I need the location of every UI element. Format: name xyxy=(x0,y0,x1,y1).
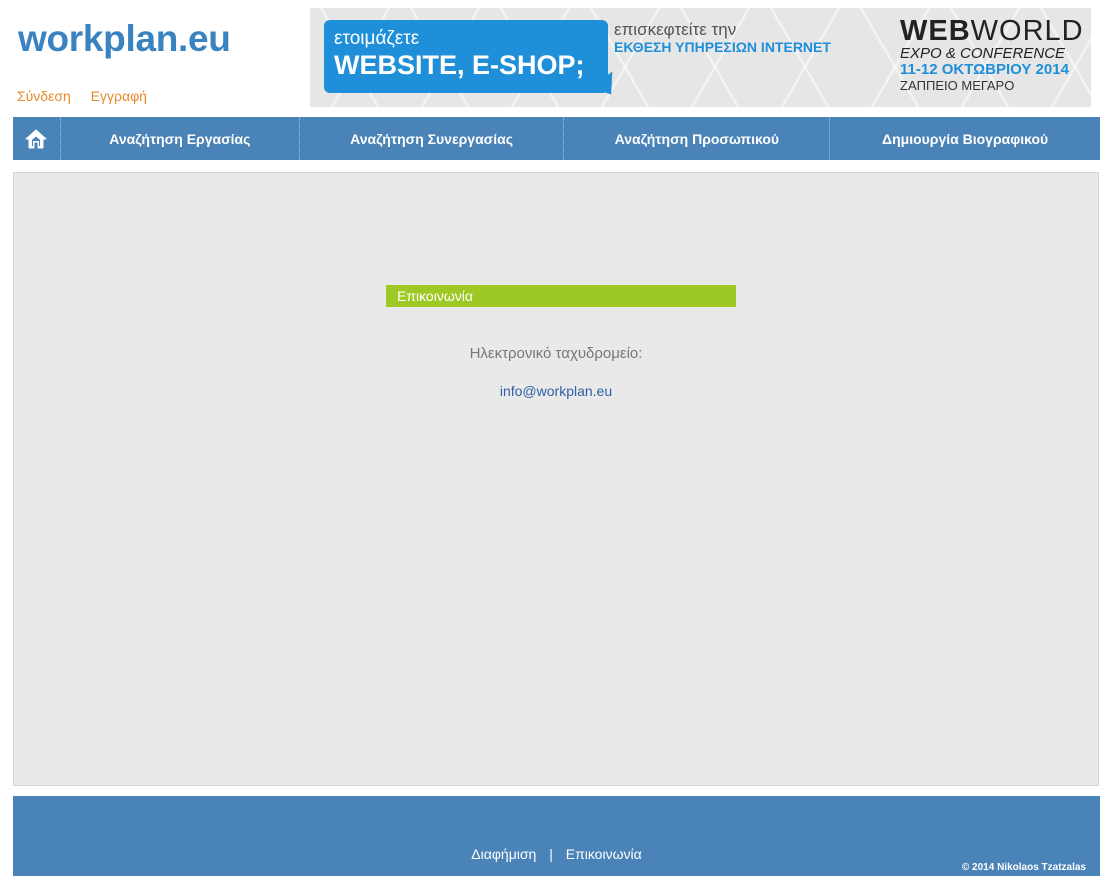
webworld-logo-world: WORLD xyxy=(970,15,1084,47)
login-link[interactable]: Σύνδεση xyxy=(17,88,71,104)
webworld-brand: WEBWORLD EXPO & CONFERENCE 11-12 ΟΚΤΩΒΡΙ… xyxy=(900,16,1085,92)
footer-advertising-link[interactable]: Διαφήμιση xyxy=(471,846,536,862)
banner-visit-line2: ΕΚΘΕΣΗ ΥΠΗΡΕΣΙΩΝ INTERNET xyxy=(614,39,831,55)
footer-contact-link[interactable]: Επικοινωνία xyxy=(566,846,642,862)
webworld-logo-web: WEB xyxy=(900,15,971,47)
main-nav: Αναζήτηση Εργασίας Αναζήτηση Συνεργασίας… xyxy=(13,117,1100,160)
banner-bubble-line1: ετοιμάζετε xyxy=(334,28,420,49)
banner-bubble-line2: WEBSITE, E-SHOP; xyxy=(334,50,585,80)
footer-links: Διαφήμιση | Επικοινωνία xyxy=(13,846,1100,862)
email-label: Ηλεκτρονικό ταχυδρομείο: xyxy=(469,345,643,362)
webworld-venue: ΖΑΠΠΕΙΟ ΜΕΓΑΡΟ xyxy=(900,78,1015,93)
advertisement-banner[interactable]: ετοιμάζετε WEBSITE, E-SHOP; επισκεφτείτε… xyxy=(310,8,1091,107)
nav-job-search[interactable]: Αναζήτηση Εργασίας xyxy=(61,117,300,160)
home-button[interactable] xyxy=(13,117,61,160)
auth-links: Σύνδεση Εγγραφή xyxy=(17,88,163,104)
banner-visit-text: επισκεφτείτε την ΕΚΘΕΣΗ ΥΠΗΡΕΣΙΩΝ INTERN… xyxy=(614,20,831,55)
banner-visit-line1: επισκεφτείτε την xyxy=(614,20,737,39)
webworld-expo: EXPO & CONFERENCE xyxy=(900,45,1066,62)
email-link[interactable]: info@workplan.eu xyxy=(14,383,1098,399)
contact-heading: Επικοινωνία xyxy=(386,285,736,307)
nav-staff-search[interactable]: Αναζήτηση Προσωπικού xyxy=(564,117,831,160)
webworld-logo: WEBWORLD xyxy=(900,16,1085,46)
nav-create-cv[interactable]: Δημιουργία Βιογραφικού xyxy=(830,117,1100,160)
footer: Διαφήμιση | Επικοινωνία © 2014 Nikolaos … xyxy=(13,796,1100,876)
register-link[interactable]: Εγγραφή xyxy=(91,88,147,104)
banner-speech-bubble: ετοιμάζετε WEBSITE, E-SHOP; xyxy=(324,20,623,103)
site-logo[interactable]: workplan.eu xyxy=(18,18,231,60)
webworld-dates: 11-12 ΟΚΤΩΒΡΙΟΥ 2014 xyxy=(900,61,1069,78)
main-content: Επικοινωνία Ηλεκτρονικό ταχυδρομείο: inf… xyxy=(13,172,1099,786)
nav-partnership-search[interactable]: Αναζήτηση Συνεργασίας xyxy=(300,117,565,160)
footer-separator: | xyxy=(549,846,553,862)
home-icon xyxy=(25,129,47,148)
footer-copyright: © 2014 Nikolaos Tzatzalas xyxy=(961,862,1086,873)
